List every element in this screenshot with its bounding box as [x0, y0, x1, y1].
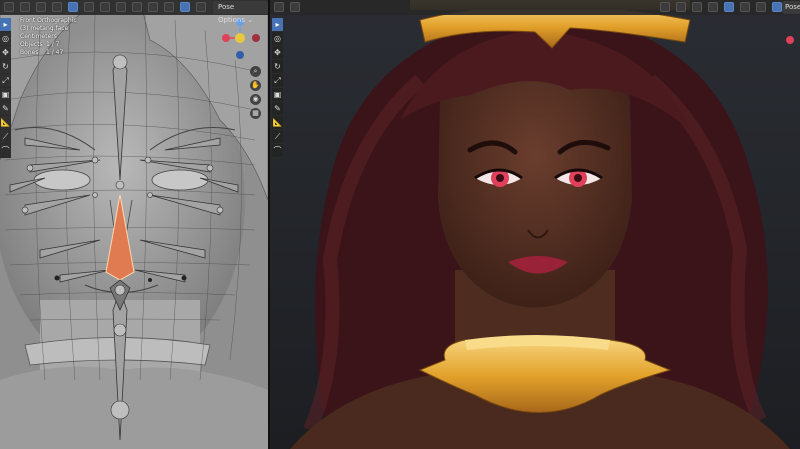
annotate-tool-icon[interactable]: ✎ — [272, 102, 283, 116]
move-tool-icon[interactable]: ✥ — [272, 46, 283, 60]
units-label: Centimeters — [20, 33, 57, 40]
select-extend-icon[interactable] — [52, 2, 62, 12]
bone-tool-icon[interactable]: ⟋ — [0, 130, 11, 144]
pose-options-menu[interactable]: Pose Options ⌄ — [213, 1, 268, 24]
view-menu-icon[interactable] — [290, 2, 300, 12]
right-viewport-header: Pose — [270, 0, 800, 15]
proportional-icon[interactable] — [116, 2, 126, 12]
viewport-options-icon[interactable] — [756, 2, 766, 12]
shading-rendered-icon[interactable] — [196, 2, 206, 12]
objects-count: 1 / 7 — [46, 41, 60, 48]
pan-hand-icon[interactable]: ✋ — [250, 80, 261, 91]
rotate-tool-icon[interactable]: ↻ — [0, 60, 11, 74]
annotate-tool-icon[interactable]: ✎ — [0, 102, 11, 116]
zoom-icon[interactable]: ⌕ — [250, 66, 261, 77]
camera-view-icon[interactable]: ◉ — [250, 94, 261, 105]
close-icon[interactable] — [772, 2, 782, 12]
shading-wire-icon[interactable] — [692, 2, 702, 12]
xray-icon[interactable] — [676, 2, 686, 12]
cursor-tool-icon[interactable]: ◎ — [272, 32, 283, 46]
shading-material-icon[interactable] — [180, 2, 190, 12]
overlay-icon[interactable] — [660, 2, 670, 12]
transform-tool-icon[interactable]: ▣ — [0, 88, 11, 102]
transform-tool-icon[interactable]: ▣ — [272, 88, 283, 102]
overlay-icon[interactable] — [132, 2, 142, 12]
right-viewport[interactable]: Pose ▸ ◎ ✥ ↻ ⤢ ▣ ✎ 📐 ⟋ ⌒ — [270, 0, 800, 449]
bone-tool-icon[interactable]: ⟋ — [272, 130, 283, 144]
measure-tool-icon[interactable]: 📐 — [272, 116, 283, 130]
transform-icon[interactable] — [68, 2, 78, 12]
measure-tool-icon[interactable]: 📐 — [0, 116, 11, 130]
editor-type-icon[interactable] — [4, 2, 14, 12]
bones-count: 1 / 47 — [46, 49, 64, 56]
move-tool-icon[interactable]: ✥ — [0, 46, 11, 60]
relax-tool-icon[interactable]: ⌒ — [0, 144, 11, 158]
view-menu-icon[interactable] — [20, 2, 30, 12]
shading-rendered-icon[interactable] — [740, 2, 750, 12]
objects-label: Objects — [20, 41, 43, 48]
relax-tool-icon[interactable]: ⌒ — [272, 144, 283, 158]
snap-icon[interactable] — [100, 2, 110, 12]
collection-name: (3) metang.face — [20, 25, 69, 32]
left-viewport[interactable]: Pose Options ⌄ Front Orthographic (3) me… — [0, 0, 268, 449]
right-toolbar: ▸ ◎ ✥ ↻ ⤢ ▣ ✎ 📐 ⟋ ⌒ — [272, 18, 283, 158]
xray-icon[interactable] — [148, 2, 158, 12]
select-tool-icon[interactable]: ▸ — [272, 18, 283, 32]
pose-menu[interactable]: Pose — [782, 1, 800, 14]
scale-tool-icon[interactable]: ⤢ — [272, 74, 283, 88]
wireframe-face-render — [0, 0, 268, 449]
select-tool-icon[interactable]: ▸ — [0, 18, 11, 32]
bones-label: Bones — [20, 49, 39, 56]
view-name: Front Orthographic — [20, 17, 77, 24]
pivot-icon[interactable] — [84, 2, 94, 12]
shading-material-icon[interactable] — [724, 2, 734, 12]
editor-type-icon[interactable] — [274, 2, 284, 12]
shading-solid-icon[interactable] — [708, 2, 718, 12]
scale-tool-icon[interactable]: ⤢ — [0, 74, 11, 88]
perspective-grid-icon[interactable]: ▦ — [250, 108, 261, 119]
left-viewport-header: Pose Options ⌄ — [0, 0, 268, 24]
viewport-info-overlay: Front Orthographic (3) metang.face Centi… — [20, 17, 77, 57]
select-box-icon[interactable] — [36, 2, 46, 12]
rendered-character-view — [270, 0, 800, 449]
left-toolbar: ▸ ◎ ✥ ↻ ⤢ ▣ ✎ 📐 ⟋ ⌒ — [0, 18, 11, 158]
cursor-tool-icon[interactable]: ◎ — [0, 32, 11, 46]
shading-solid-icon[interactable] — [164, 2, 174, 12]
rotate-tool-icon[interactable]: ↻ — [272, 60, 283, 74]
